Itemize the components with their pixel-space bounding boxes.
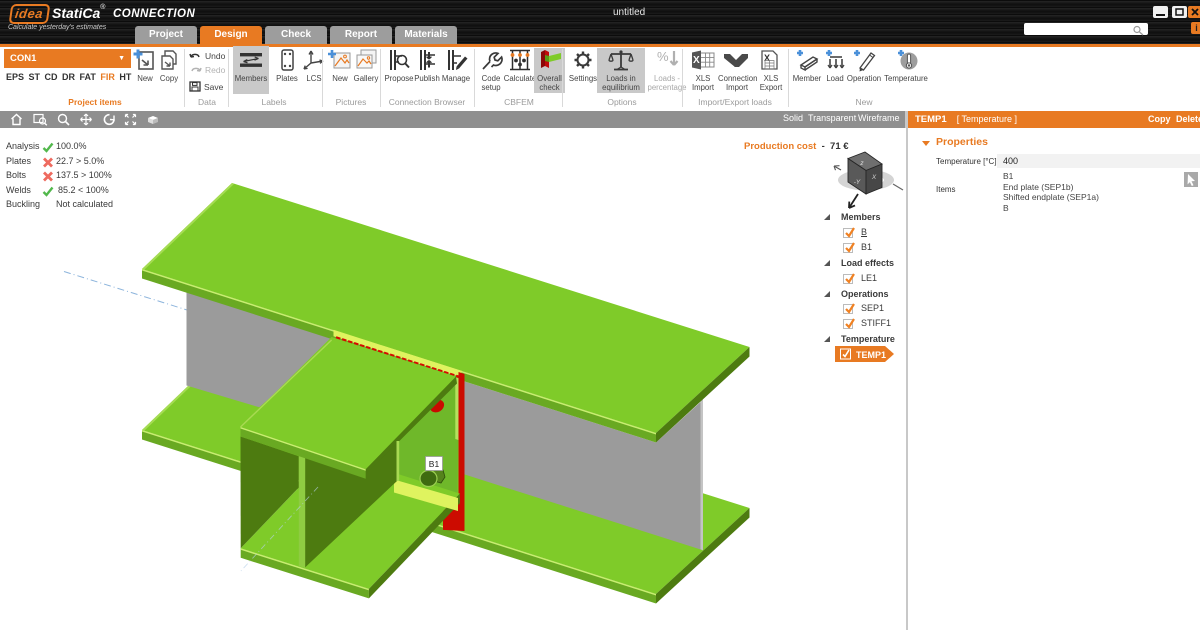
svg-text:X: X (693, 55, 700, 66)
svg-text:%: % (657, 49, 669, 64)
svg-text:B1: B1 (429, 459, 440, 469)
svg-text:X: X (871, 174, 877, 181)
svg-text:-Y: -Y (854, 179, 861, 186)
